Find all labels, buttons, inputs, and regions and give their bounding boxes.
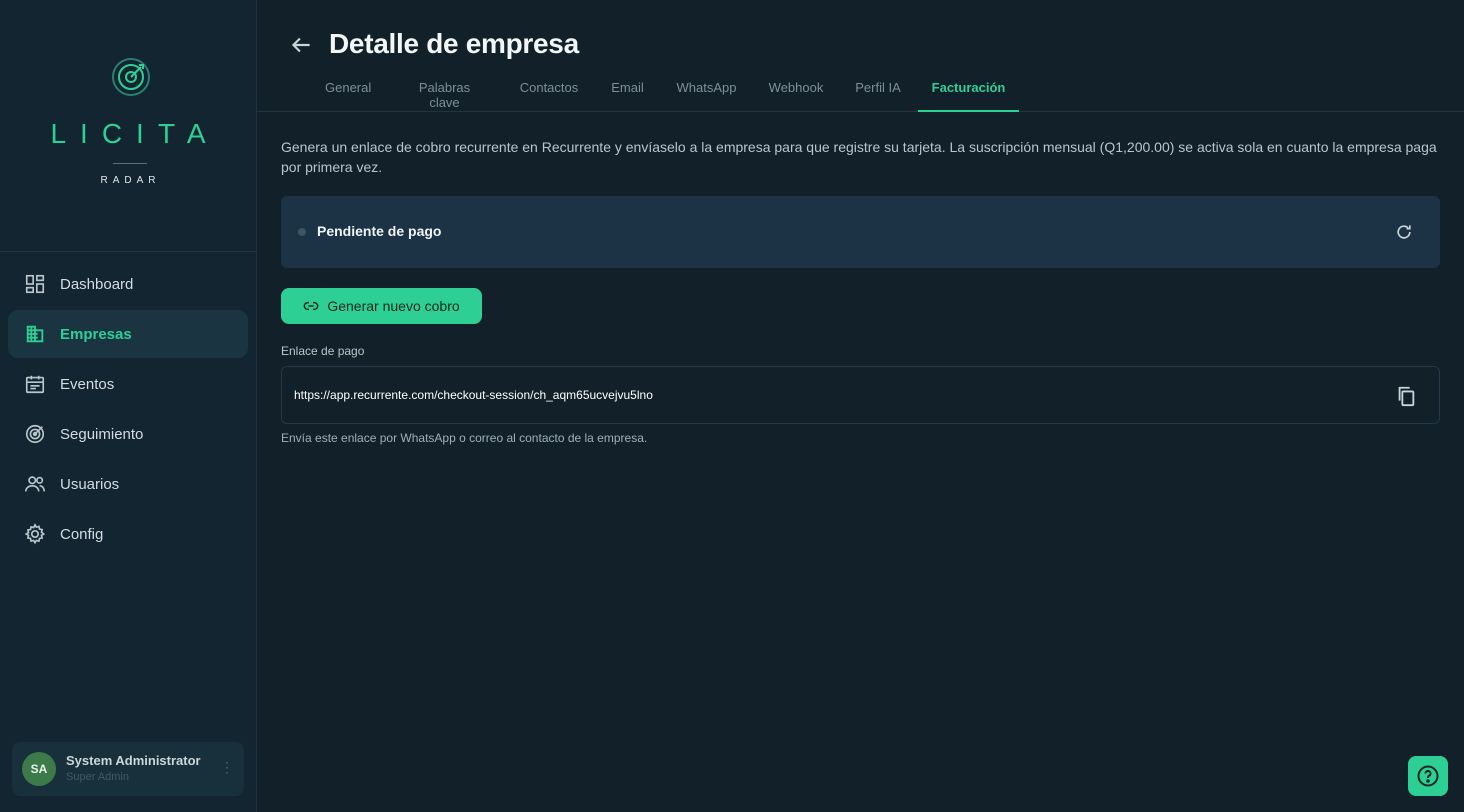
generate-charge-button[interactable]: Generar nuevo cobro	[281, 288, 482, 324]
copy-icon[interactable]	[1395, 385, 1417, 407]
tab-perfil-ia[interactable]: Perfil IA	[855, 70, 901, 112]
building-icon	[26, 325, 44, 343]
calendar-icon	[25, 375, 45, 394]
refresh-icon[interactable]	[1394, 222, 1414, 242]
sidebar-item-empresas[interactable]: Empresas	[8, 310, 248, 358]
more-vertical-icon[interactable]: ⋮	[220, 760, 234, 774]
user-role: Super Admin	[66, 771, 129, 783]
sidebar-item-label: Eventos	[60, 375, 115, 393]
tab-facturacion[interactable]: Facturación	[918, 70, 1019, 112]
help-button[interactable]	[1408, 756, 1448, 796]
brand-subtitle: RADAR	[100, 175, 161, 186]
sidebar-item-seguimiento[interactable]: Seguimiento	[8, 410, 248, 458]
payment-link-hint: Envía este enlace por WhatsApp o correo …	[281, 431, 648, 445]
sidebar-item-label: Empresas	[60, 325, 132, 343]
sidebar: LICITA RADAR Dashboard Empresas Eventos	[0, 0, 257, 812]
tab-contactos[interactable]: Contactos	[519, 70, 579, 112]
sidebar-nav: Dashboard Empresas Eventos Seguimiento U…	[8, 260, 248, 560]
user-card[interactable]: SA System Administrator Super Admin ⋮	[12, 742, 244, 796]
payment-link-field[interactable]: https://app.recurrente.com/checkout-sess…	[281, 366, 1440, 424]
status-dot	[298, 228, 306, 236]
brand-name: LICITA	[50, 118, 220, 149]
sidebar-item-label: Dashboard	[60, 275, 134, 293]
link-icon	[304, 301, 319, 311]
tab-webhook[interactable]: Webhook	[768, 70, 824, 112]
radar-logo-icon	[112, 58, 150, 96]
radar-icon	[25, 424, 45, 444]
dashboard-icon	[25, 274, 45, 294]
tab-bar: General Palabras clave Contactos Email W…	[257, 70, 1464, 112]
generate-charge-label: Generar nuevo cobro	[327, 298, 460, 314]
help-icon	[1417, 765, 1439, 787]
payment-status-card: Pendiente de pago	[281, 196, 1440, 268]
tab-email[interactable]: Email	[611, 70, 644, 112]
sidebar-item-eventos[interactable]: Eventos	[8, 360, 248, 408]
sidebar-item-config[interactable]: Config	[8, 510, 248, 558]
billing-intro-text: Genera un enlace de cobro recurrente en …	[281, 139, 1437, 175]
brand-logo: LICITA RADAR	[0, 0, 256, 252]
avatar: SA	[22, 752, 56, 786]
tab-whatsapp[interactable]: WhatsApp	[676, 70, 737, 112]
users-icon	[25, 476, 45, 492]
sidebar-item-label: Usuarios	[60, 475, 120, 493]
tab-general[interactable]: General	[325, 70, 371, 112]
sidebar-item-label: Seguimiento	[60, 425, 144, 443]
page-title: Detalle de empresa	[329, 28, 579, 59]
user-name: System Administrator	[66, 753, 201, 768]
brand-divider	[113, 163, 147, 164]
sidebar-item-dashboard[interactable]: Dashboard	[8, 260, 248, 308]
sidebar-item-usuarios[interactable]: Usuarios	[8, 460, 248, 508]
payment-link-label: Enlace de pago	[281, 344, 365, 358]
tab-palabras-clave[interactable]: Palabras clave	[402, 70, 487, 112]
gear-icon	[24, 523, 46, 545]
back-arrow-icon[interactable]	[288, 32, 314, 58]
payment-link-value[interactable]: https://app.recurrente.com/checkout-sess…	[294, 388, 653, 402]
sidebar-item-label: Config	[60, 525, 104, 543]
status-badge: Pendiente de pago	[317, 223, 442, 239]
